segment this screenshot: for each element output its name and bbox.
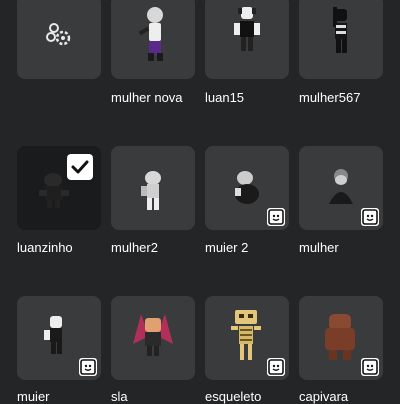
avatar-thumbnail <box>234 7 260 51</box>
avatar-thumbnail <box>333 7 347 53</box>
outfit-name-mulher-nova[interactable]: mulher nova <box>111 91 183 105</box>
outfit-name-mulher[interactable]: mulher <box>299 241 339 255</box>
outfit-tile-mulher2[interactable] <box>111 146 195 230</box>
create-outfit-icon <box>46 23 71 46</box>
outfits-grid: mulher nova luan15 mulher567 luanzinho m… <box>0 0 400 404</box>
avatar-badge-icon <box>267 358 285 376</box>
outfit-name-mulher2[interactable]: mulher2 <box>111 241 158 255</box>
outfit-tile-luanzinho[interactable] <box>17 146 101 230</box>
outfit-name-muier[interactable]: muier <box>17 390 50 404</box>
outfit-tile-mulher567[interactable] <box>299 0 383 79</box>
outfit-tile-sla[interactable] <box>111 296 195 380</box>
avatar-badge-icon <box>361 208 379 226</box>
outfit-name-luan15[interactable]: luan15 <box>205 91 244 105</box>
outfit-name-mulher567[interactable]: mulher567 <box>299 91 360 105</box>
avatar-badge-icon <box>267 208 285 226</box>
outfit-tile-muier-2[interactable] <box>205 146 289 230</box>
outfit-tile-esqueleto[interactable] <box>205 296 289 380</box>
outfit-name-luanzinho[interactable]: luanzinho <box>17 241 73 255</box>
avatar-badge-icon <box>361 358 379 376</box>
avatar-thumbnail <box>141 171 161 210</box>
outfit-name-esqueleto[interactable]: esqueleto <box>205 390 261 404</box>
outfit-tile-mulher[interactable] <box>299 146 383 230</box>
avatar-badge-icon <box>79 358 97 376</box>
outfit-name-muier-2[interactable]: muier 2 <box>205 241 248 255</box>
outfit-tile-muier[interactable] <box>17 296 101 380</box>
outfit-name-capivara[interactable]: capivara <box>299 390 348 404</box>
outfit-tile-luan15[interactable] <box>205 0 289 79</box>
selected-check-icon <box>67 154 93 180</box>
avatar-thumbnail <box>133 314 173 356</box>
avatar-thumbnail <box>138 7 163 61</box>
outfit-tile-capivara[interactable] <box>299 296 383 380</box>
outfit-tile-mulher-nova[interactable] <box>111 0 195 79</box>
outfit-name-sla[interactable]: sla <box>111 390 128 404</box>
create-outfit-button[interactable] <box>17 0 101 79</box>
